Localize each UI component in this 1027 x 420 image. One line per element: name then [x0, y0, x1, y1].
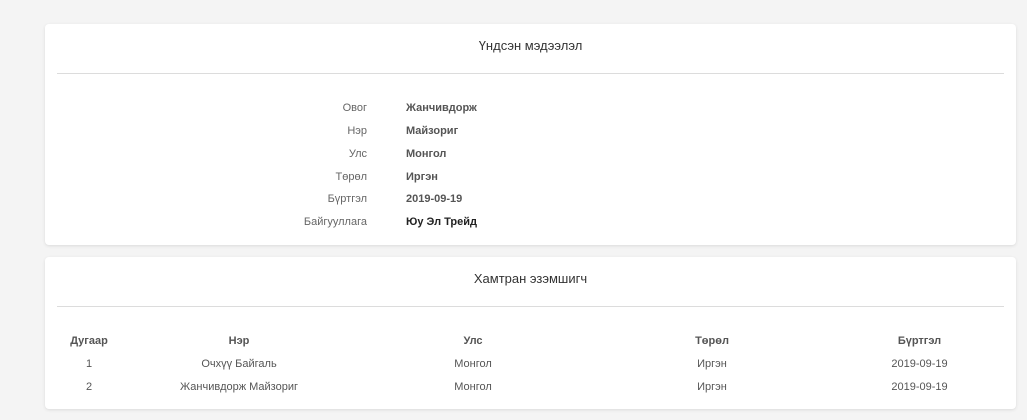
cell-type: Иргэн [697, 380, 727, 393]
organization-label: Байгууллага [303, 216, 367, 228]
info-row-country: Улс Монгол [45, 145, 1016, 163]
column-header-number: Дугаар [70, 335, 108, 347]
cell-type: Иргэн [697, 357, 727, 370]
name-value: Майзориг [406, 125, 459, 137]
type-value: Иргэн [406, 171, 438, 183]
organization-value: Юу Эл Трейд [406, 216, 477, 228]
country-value: Монгол [406, 148, 447, 160]
cell-country: Монгол [454, 357, 492, 370]
info-row-registration: Бүртгэл 2019-09-19 [45, 190, 1016, 208]
type-label: Төрөл [335, 171, 368, 183]
column-header-registration: Бүртгэл [897, 335, 942, 347]
cell-number: 2 [85, 380, 93, 393]
surname-value: Жанчивдорж [406, 102, 477, 114]
co-owners-divider [57, 306, 1004, 307]
co-owners-title: Хамтран эзэмшигч [473, 271, 588, 286]
cell-name: Очхүү Байгаль [201, 357, 277, 370]
table-row: 1 Очхүү Байгаль Монгол Иргэн 2019-09-19 [57, 352, 1004, 375]
country-label: Улс [348, 148, 367, 160]
column-header-country: Улс [463, 335, 483, 347]
registration-label: Бүртгэл [327, 193, 367, 205]
info-row-type: Төрөл Иргэн [45, 168, 1016, 186]
info-row-surname: Овог Жанчивдорж [45, 99, 1016, 117]
basic-info-card: Үндсэн мэдээлэл Овог Жанчивдорж Нэр Майз… [45, 24, 1016, 245]
co-owners-table: Дугаар Нэр Улс Төрөл Бүртгэл 1 Очхүү Бай… [57, 330, 1004, 398]
table-header-row: Дугаар Нэр Улс Төрөл Бүртгэл [57, 330, 1004, 352]
surname-label: Овог [342, 102, 367, 114]
cell-registration: 2019-09-19 [891, 357, 948, 370]
name-label: Нэр [347, 125, 367, 137]
column-header-name: Нэр [228, 335, 250, 347]
basic-info-divider [57, 73, 1004, 74]
table-row: 2 Жанчивдорж Майзориг Монгол Иргэн 2019-… [57, 375, 1004, 398]
cell-registration: 2019-09-19 [891, 380, 948, 393]
cell-name: Жанчивдорж Майзориг [180, 380, 298, 393]
cell-country: Монгол [454, 380, 492, 393]
column-header-type: Төрөл [695, 335, 729, 347]
registration-value: 2019-09-19 [406, 193, 463, 205]
co-owners-card: Хамтран эзэмшигч Дугаар Нэр Улс Төрөл Бү… [45, 257, 1016, 409]
info-row-organization: Байгууллага Юу Эл Трейд [45, 213, 1016, 231]
info-row-name: Нэр Майзориг [45, 122, 1016, 140]
basic-info-title: Үндсэн мэдээлэл [478, 38, 583, 53]
cell-number: 1 [85, 357, 93, 370]
